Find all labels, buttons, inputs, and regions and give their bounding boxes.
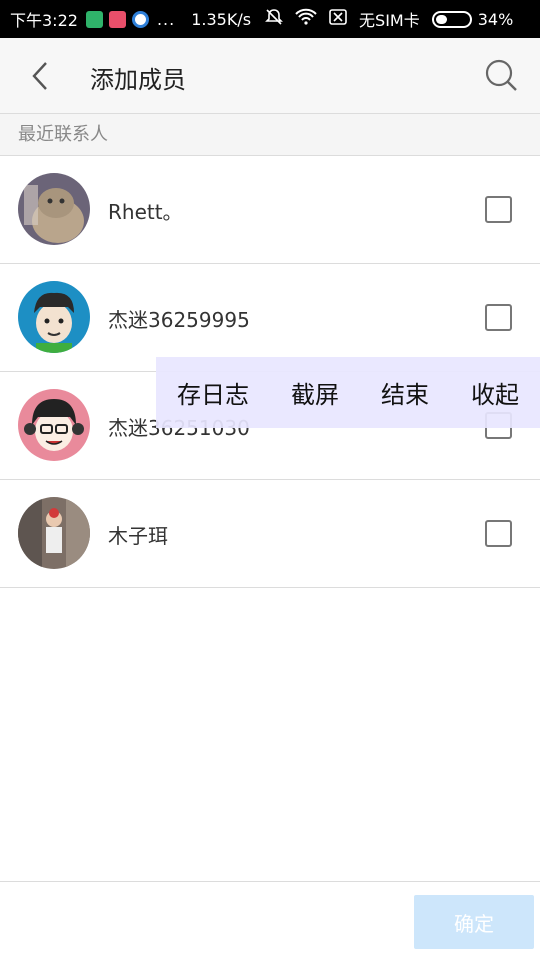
more-notifications: ... <box>156 9 176 29</box>
search-button[interactable] <box>482 56 522 96</box>
battery-percent: 34% <box>477 9 514 29</box>
no-sim-icon <box>329 8 347 30</box>
contact-checkbox[interactable] <box>485 520 512 547</box>
contact-name: Rhett。 <box>108 200 183 224</box>
confirm-button[interactable]: 确定 <box>414 895 534 949</box>
avatar <box>18 281 90 353</box>
status-bar: 下午3:22 ... 1.35K/s 无SIM卡 34% <box>0 0 540 38</box>
back-button[interactable] <box>24 56 60 96</box>
contact-row[interactable]: Rhett。 <box>0 156 540 264</box>
screenshot-button[interactable]: 截屏 <box>291 375 339 410</box>
avatar <box>18 497 90 569</box>
search-icon <box>485 59 517 91</box>
chevron-left-icon <box>32 62 47 90</box>
contact-row[interactable]: 木子珥 <box>0 480 540 588</box>
app-notification-icon <box>108 10 126 28</box>
contact-row[interactable]: 杰迷36259995 <box>0 264 540 372</box>
end-button[interactable]: 结束 <box>381 375 429 410</box>
contact-checkbox[interactable] <box>485 196 512 223</box>
battery-icon <box>431 10 472 28</box>
muted-bell-icon <box>265 8 283 31</box>
network-speed: 1.35K/s <box>191 9 252 29</box>
sim-status: 无SIM卡 <box>359 11 420 30</box>
avatar <box>18 173 90 245</box>
app-notification-icon <box>131 10 149 28</box>
collapse-button[interactable]: 收起 <box>471 375 519 410</box>
contact-checkbox[interactable] <box>485 304 512 331</box>
wifi-icon <box>295 8 317 31</box>
save-log-button[interactable]: 存日志 <box>177 375 249 410</box>
app-notification-icon <box>85 10 103 28</box>
status-time: 下午3:22 <box>10 11 78 30</box>
page-title: 添加成员 <box>90 66 186 94</box>
avatar <box>18 389 90 461</box>
debug-toolbar: 存日志 截屏 结束 收起 <box>156 357 540 428</box>
contact-name: 木子珥 <box>108 524 168 548</box>
contact-name: 杰迷36259995 <box>108 308 250 332</box>
section-header: 最近联系人 <box>0 114 540 156</box>
app-bar: 添加成员 <box>0 38 540 114</box>
bottom-bar: 确定 <box>0 881 540 960</box>
